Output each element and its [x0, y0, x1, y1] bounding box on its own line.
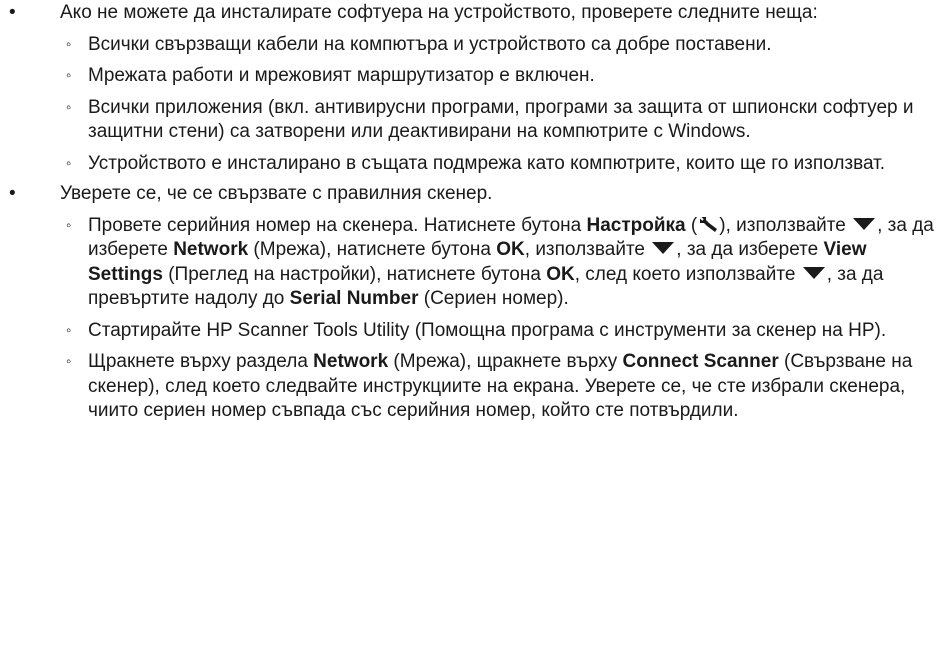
sub-item-cables: ◦ Всички свързващи кабели на компютъра и… [0, 33, 937, 58]
sub-item-network: ◦ Мрежата работи и мрежовият маршрутизат… [0, 64, 937, 89]
sub-bullet-marker: ◦ [66, 216, 72, 234]
document-page: • Ако не можете да инсталирате софтуера … [0, 0, 937, 661]
network-tab-label: Network [313, 351, 389, 372]
step-text: Щракнете върху раздела [88, 351, 314, 372]
bullet-item-correct-scanner: • Уверете се, че се свързвате с правилни… [0, 182, 937, 207]
wrench-icon [699, 215, 718, 232]
sub-bullet-marker: ◦ [66, 353, 72, 370]
sub-item-applications: ◦ Всички приложения (вкл. антивирусни пр… [0, 96, 937, 145]
sub-bullet-marker: ◦ [66, 35, 72, 53]
step-text: ( [685, 214, 698, 236]
sub-bullet-marker: ◦ [66, 321, 72, 339]
step-text: , използвайте [524, 239, 651, 260]
bullet-marker: • [9, 183, 16, 204]
install-checks-intro: Ако не можете да инсталирате софтуера на… [60, 2, 818, 23]
correct-scanner-intro: Уверете се, че се свързвате с правилния … [60, 183, 493, 204]
sub-item-subnet: ◦ Устройството е инсталирано в същата по… [0, 152, 937, 177]
sub-item-start-utility: ◦ Стартирайте HP Scanner Tools Utility (… [0, 319, 937, 344]
sub-bullet-marker: ◦ [66, 154, 72, 172]
step-text: , за да изберете [676, 239, 824, 260]
step-text: (Преглед на настройки), натиснете бутона [162, 263, 547, 285]
sub-item-text: Устройството е инсталирано в същата подм… [88, 152, 886, 174]
sub-item-text: Мрежата работи и мрежовият маршрутизатор… [88, 65, 595, 86]
sub-item-connect-scanner: ◦ Щракнете върху раздела Network (Мрежа)… [0, 350, 937, 424]
down-arrow-icon [802, 266, 825, 279]
down-arrow-icon [853, 217, 876, 230]
step-text: ), използвайте [719, 214, 852, 236]
sub-bullet-marker: ◦ [66, 98, 72, 116]
sub-bullet-marker: ◦ [66, 67, 72, 84]
connect-scanner-label: Connect Scanner [622, 351, 779, 372]
down-arrow-icon [652, 242, 675, 254]
ok-button-label: OK [496, 239, 525, 260]
bullet-item-install-checks: • Ако не можете да инсталирате софтуера … [0, 1, 937, 26]
ok-button-label: OK [546, 263, 575, 285]
network-menu-label: Network [173, 239, 249, 260]
sub-item-serial-number: ◦ Провете серийния номер на скенера. Нат… [0, 214, 937, 312]
step-text: Провете серийния номер на скенера. Натис… [88, 214, 587, 236]
step-text: (Сериен номер). [418, 288, 569, 309]
sub-item-text: Всички приложения (вкл. антивирусни прог… [88, 96, 914, 143]
bullet-marker: • [9, 2, 16, 23]
step-text: , след което използвайте [574, 263, 801, 285]
step-text: (Мрежа), натиснете бутона [248, 239, 497, 260]
setup-button-label: Настройка [586, 214, 686, 236]
serial-number-label: Serial Number [289, 288, 419, 309]
step-text: Стартирайте HP Scanner Tools Utility (По… [88, 319, 887, 341]
sub-item-text: Всички свързващи кабели на компютъра и у… [88, 33, 772, 55]
step-text: (Мрежа), щракнете върху [388, 351, 623, 372]
